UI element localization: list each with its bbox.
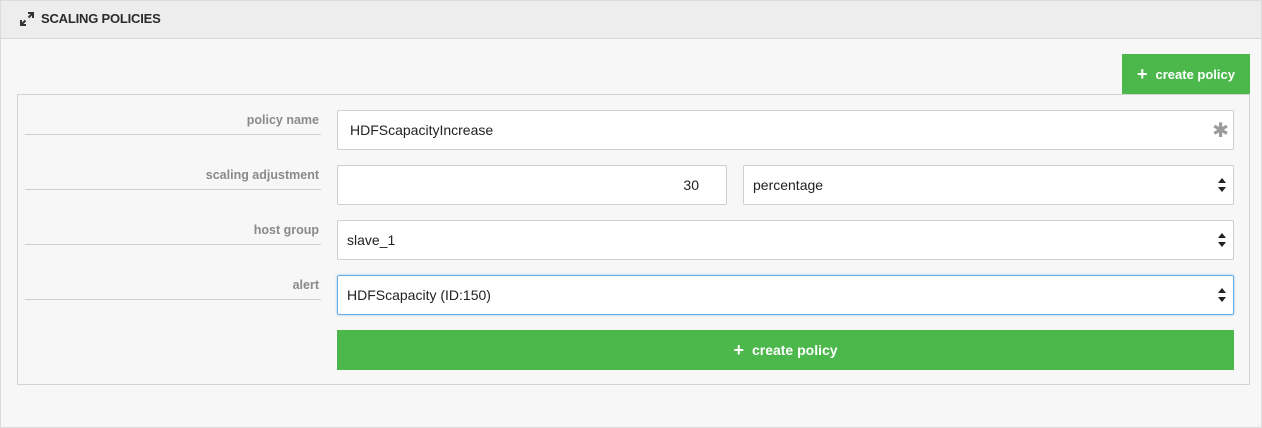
alert-select[interactable]: HDFScapacity (ID:150) [337, 275, 1234, 315]
alert-label: alert [25, 278, 321, 300]
required-asterisk-icon: ✱ [1212, 120, 1229, 142]
host-group-select[interactable]: slave_1 [337, 220, 1234, 260]
host-group-label: host group [25, 223, 321, 245]
create-policy-label: create policy [751, 342, 838, 358]
policy-name-input[interactable]: HDFScapacityIncrease ✱ [337, 110, 1234, 150]
adjustment-type-select[interactable]: percentage [743, 165, 1234, 205]
policy-name-value: HDFScapacityIncrease [350, 122, 494, 138]
plus-icon: + [733, 340, 744, 360]
select-arrows-icon [1218, 233, 1226, 247]
create-policy-toggle-button[interactable]: + create policy [1122, 54, 1250, 94]
select-arrows-icon [1218, 178, 1226, 192]
scaling-adjustment-input[interactable]: 30 [337, 165, 727, 205]
scaling-adjustment-label: scaling adjustment [25, 168, 321, 190]
select-arrows-icon [1218, 288, 1226, 302]
host-group-value: slave_1 [347, 232, 396, 248]
panel-title: SCALING POLICIES [41, 11, 161, 26]
plus-icon: + [1136, 64, 1148, 84]
scaling-adjustment-value: 30 [683, 177, 699, 193]
alert-value: HDFScapacity (ID:150) [347, 287, 491, 303]
policy-name-label: policy name [25, 113, 321, 135]
adjustment-type-value: percentage [753, 177, 824, 193]
scaling-policies-panel: SCALING POLICIES + create policy policy … [0, 0, 1262, 428]
create-policy-submit-button[interactable]: + create policy [337, 330, 1234, 370]
create-policy-label: create policy [1155, 66, 1236, 82]
expand-icon[interactable] [20, 12, 34, 26]
panel-header: SCALING POLICIES [1, 1, 1261, 39]
